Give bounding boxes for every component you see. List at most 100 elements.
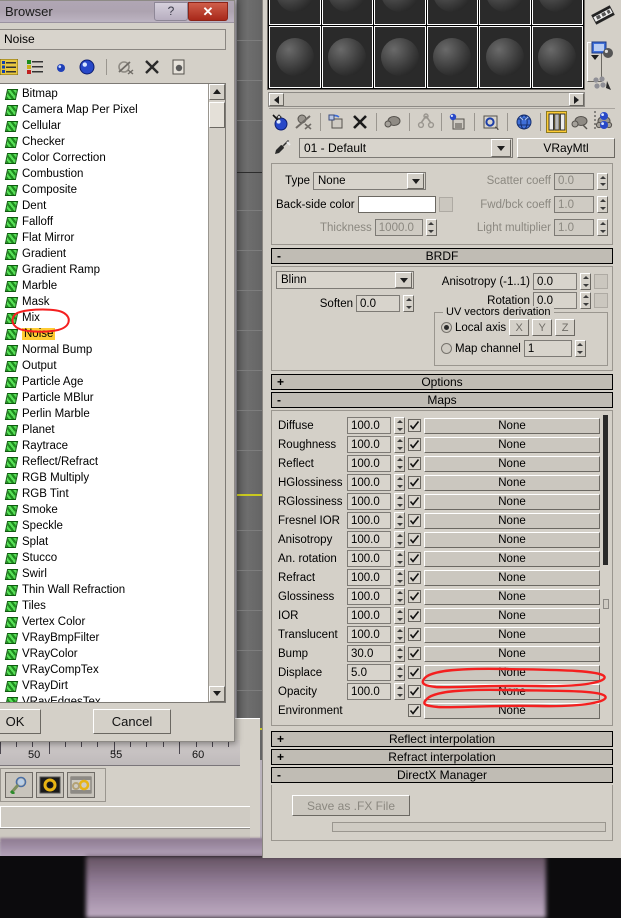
timeline-ruler[interactable]: 50 55 60 [0, 740, 240, 766]
scatter-coeff-spinner[interactable] [597, 173, 608, 190]
map-slot-button[interactable]: None [424, 475, 600, 491]
chevron-down-icon[interactable] [395, 272, 412, 288]
map-enable-checkbox[interactable] [408, 628, 421, 641]
list-item[interactable]: Tiles [2, 598, 208, 614]
map-amount-field[interactable]: 100.0 [347, 455, 391, 472]
material-slot-grid[interactable] [267, 0, 585, 90]
put-to-library-icon[interactable] [382, 111, 404, 133]
list-item[interactable]: Particle Age [2, 374, 208, 390]
list-item[interactable]: Composite [2, 182, 208, 198]
help-button[interactable]: ? [154, 2, 188, 21]
list-item[interactable]: Flat Mirror [2, 230, 208, 246]
translucency-type-dropdown[interactable]: None [313, 172, 426, 190]
material-slot[interactable] [322, 26, 374, 89]
directx-manager-rollout-header[interactable]: - DirectX Manager [271, 767, 613, 783]
map-amount-spinner[interactable] [394, 626, 405, 643]
track-view-icon[interactable] [591, 109, 615, 134]
map-amount-field[interactable]: 100.0 [347, 493, 391, 510]
list-item[interactable]: RGB Tint [2, 486, 208, 502]
map-slot-button[interactable]: None [424, 437, 600, 453]
axis-z-button[interactable]: Z [555, 319, 575, 336]
map-slot-button[interactable]: None [424, 608, 600, 624]
map-list-scrollbar[interactable] [208, 84, 225, 702]
map-amount-field[interactable]: 5.0 [347, 664, 391, 681]
list-item[interactable]: RGB Multiply [2, 470, 208, 486]
close-icon[interactable]: ✕ [188, 2, 228, 21]
show-end-result-icon[interactable] [480, 111, 502, 133]
light-multiplier-field[interactable]: 1.0 [554, 219, 594, 236]
map-amount-spinner[interactable] [394, 645, 405, 662]
anisotropy-spinner[interactable] [580, 273, 591, 290]
material-slot[interactable] [532, 26, 584, 89]
map-amount-spinner[interactable] [394, 474, 405, 491]
scrollbar-thumb[interactable] [209, 102, 225, 128]
list-view-icon[interactable] [0, 57, 19, 77]
list-item[interactable]: Marble [2, 278, 208, 294]
rotation-map-button[interactable] [594, 293, 608, 308]
particle-icon[interactable] [591, 74, 615, 99]
rotation-spinner[interactable] [580, 292, 591, 309]
material-slot[interactable] [374, 26, 426, 89]
list-item[interactable]: Speckle [2, 518, 208, 534]
map-enable-checkbox[interactable] [408, 590, 421, 603]
search-input[interactable]: Noise [0, 29, 226, 50]
brdf-model-dropdown[interactable]: Blinn [276, 271, 414, 289]
map-amount-spinner[interactable] [394, 455, 405, 472]
map-slot-button[interactable]: None [424, 646, 600, 662]
list-item[interactable]: Bitmap [2, 86, 208, 102]
slot-scroll-right-button[interactable] [569, 93, 584, 106]
scroll-down-button[interactable] [209, 686, 225, 702]
map-amount-spinner[interactable] [394, 417, 405, 434]
axis-y-button[interactable]: Y [532, 319, 552, 336]
soften-field[interactable]: 0.0 [356, 295, 400, 312]
list-item[interactable]: VRayDirt [2, 678, 208, 694]
small-sphere-icon[interactable] [51, 57, 71, 77]
list-item[interactable]: Normal Bump [2, 342, 208, 358]
map-amount-spinner[interactable] [394, 493, 405, 510]
material-slot[interactable] [532, 0, 584, 25]
backside-color-map-button[interactable] [439, 197, 453, 212]
map-slot-button[interactable]: None [424, 551, 600, 567]
map-channel-field[interactable]: 1 [524, 340, 572, 357]
list-item[interactable]: Falloff [2, 214, 208, 230]
map-amount-spinner[interactable] [394, 683, 405, 700]
map-amount-field[interactable]: 100.0 [347, 474, 391, 491]
list-item[interactable]: Raytrace [2, 438, 208, 454]
anisotropy-field[interactable]: 0.0 [533, 273, 577, 290]
map-amount-field[interactable]: 100.0 [347, 531, 391, 548]
map-enable-checkbox[interactable] [408, 476, 421, 489]
list-item[interactable]: Vertex Color [2, 614, 208, 630]
map-enable-checkbox[interactable] [408, 666, 421, 679]
backlight-icon[interactable] [546, 111, 568, 133]
large-sphere-icon[interactable] [77, 57, 97, 77]
ok-button[interactable]: OK [0, 709, 41, 734]
map-list[interactable]: BitmapCamera Map Per PixelCellularChecke… [0, 84, 208, 702]
map-slot-button[interactable]: None [424, 703, 600, 719]
backside-color-swatch[interactable] [358, 196, 436, 213]
material-slot[interactable] [479, 26, 531, 89]
brdf-rollout-header[interactable]: - BRDF [271, 248, 613, 264]
map-amount-spinner[interactable] [394, 550, 405, 567]
reset-map-icon[interactable] [325, 111, 347, 133]
map-enable-checkbox[interactable] [408, 533, 421, 546]
map-enable-checkbox[interactable] [408, 419, 421, 432]
material-slot[interactable] [322, 0, 374, 25]
list-item[interactable]: Noise [2, 326, 208, 342]
map-enable-checkbox[interactable] [408, 685, 421, 698]
map-enable-checkbox[interactable] [408, 495, 421, 508]
map-amount-field[interactable]: 100.0 [347, 512, 391, 529]
make-unique-icon[interactable] [349, 111, 371, 133]
list-item[interactable]: Reflect/Refract [2, 454, 208, 470]
list-item[interactable]: Combustion [2, 166, 208, 182]
map-amount-spinner[interactable] [394, 569, 405, 586]
cancel-button[interactable]: Cancel [93, 709, 171, 734]
delete-icon[interactable] [142, 57, 162, 77]
render-preview-icon[interactable] [36, 772, 64, 798]
list-item[interactable]: Checker [2, 134, 208, 150]
list-item[interactable]: Perlin Marble [2, 406, 208, 422]
anisotropy-map-button[interactable] [594, 274, 608, 289]
map-slot-button[interactable]: None [424, 627, 600, 643]
map-channel-spinner[interactable] [575, 340, 586, 357]
list-item[interactable]: VRayEdgesTex [2, 694, 208, 702]
material-slot[interactable] [479, 0, 531, 25]
